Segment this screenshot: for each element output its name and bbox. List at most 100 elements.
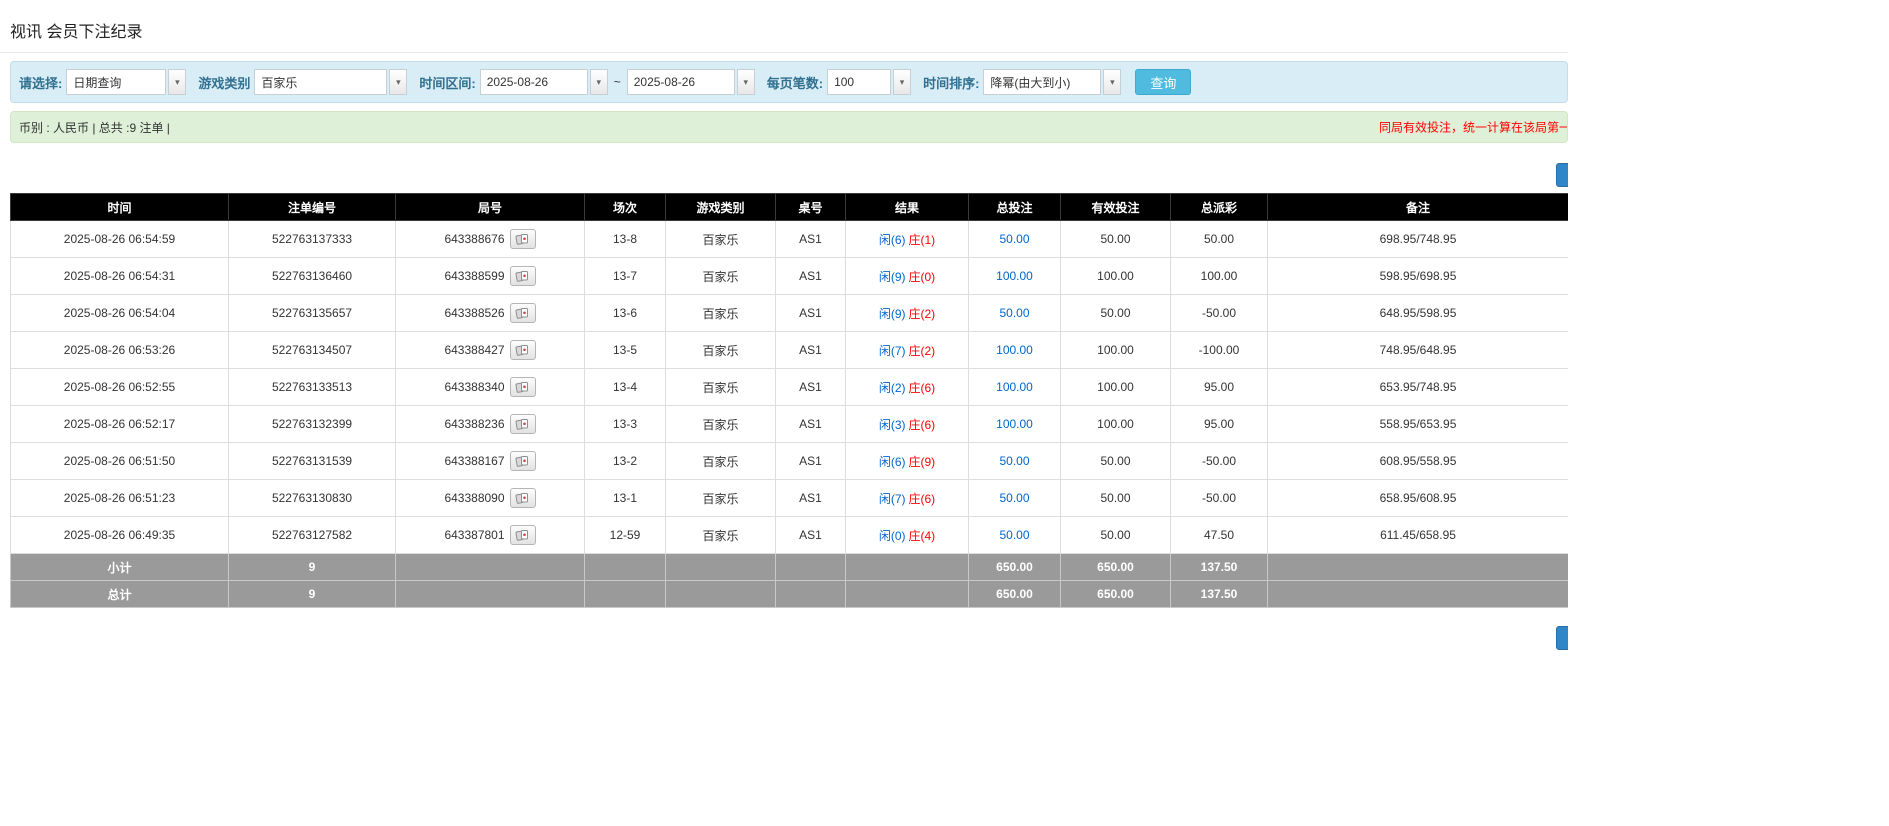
page-title: 视讯 会员下注纪录 [10,18,1568,42]
cell-round-id: 643388236 [396,406,585,443]
subtotal-label: 小计 [11,554,229,581]
toolbar-strip-top [10,163,1568,187]
view-cards-button[interactable] [510,488,536,508]
footer-empty-cell [776,581,846,608]
table-row: 2025-08-26 06:51:50 522763131539 6433881… [11,443,1569,480]
cell-result: 闲(7)庄(6) [846,480,969,517]
total-bet-link[interactable]: 100.00 [996,343,1033,357]
table-row: 2025-08-26 06:53:26 522763134507 6433884… [11,332,1569,369]
cell-bet-id: 522763131539 [229,443,396,480]
result-banker: 庄(6) [909,418,936,432]
clipped-action-button-top[interactable] [1556,163,1568,187]
cell-result: 闲(9)庄(2) [846,295,969,332]
clipped-action-button-bottom[interactable] [1556,626,1568,650]
cell-round-id: 643388599 [396,258,585,295]
footer-empty-cell [776,554,846,581]
page-size-select[interactable]: ▾ [827,69,911,95]
view-cards-button[interactable] [510,451,536,471]
chevron-down-icon[interactable]: ▾ [168,69,186,95]
cell-round-id: 643388526 [396,295,585,332]
cell-table-no: AS1 [776,221,846,258]
total-valid-bet: 650.00 [1061,581,1171,608]
sort-order-input[interactable] [983,69,1101,95]
game-type-select[interactable]: ▾ [254,69,407,95]
page-size-input[interactable] [827,69,891,95]
summary-bar: 币别 : 人民币 | 总共 :9 注单 | 同局有效投注，统一计算在该局第一张注… [10,111,1568,143]
cell-remark: 608.95/558.95 [1268,443,1569,480]
view-cards-button[interactable] [510,414,536,434]
view-cards-button[interactable] [510,303,536,323]
content: 视讯 会员下注纪录 请选择: ▾ 游戏类别 ▾ 时间区间: ▾ ~ ▾ 每页笔数… [0,0,1568,650]
chevron-down-icon[interactable]: ▾ [893,69,911,95]
chevron-down-icon[interactable]: ▾ [1103,69,1121,95]
cell-result: 闲(2)庄(6) [846,369,969,406]
result-banker: 庄(6) [909,492,936,506]
result-player: 闲(6) [879,233,906,247]
view-cards-button[interactable] [510,340,536,360]
footer-empty-cell [846,554,969,581]
total-payout: 137.50 [1171,581,1268,608]
result-banker: 庄(0) [909,270,936,284]
cell-game-type: 百家乐 [666,332,776,369]
total-bet-link[interactable]: 50.00 [999,306,1029,320]
filter-label-game-type: 游戏类别 [198,73,250,92]
column-header: 有效投注 [1061,194,1171,221]
total-bet-link[interactable]: 50.00 [999,491,1029,505]
column-header: 场次 [585,194,666,221]
cell-bet-id: 522763136460 [229,258,396,295]
cell-result: 闲(3)庄(6) [846,406,969,443]
date-to-picker[interactable]: ▾ [627,69,755,95]
cell-time: 2025-08-26 06:54:04 [11,295,229,332]
view-cards-button[interactable] [510,229,536,249]
result-player: 闲(9) [879,270,906,284]
result-player: 闲(0) [879,529,906,543]
sort-order-select[interactable]: ▾ [983,69,1121,95]
cell-total-bet: 100.00 [969,406,1061,443]
cell-remark: 748.95/648.95 [1268,332,1569,369]
date-to-input[interactable] [627,69,735,95]
total-total-bet: 650.00 [969,581,1061,608]
chevron-down-icon[interactable]: ▾ [389,69,407,95]
footer-empty-cell [1268,554,1569,581]
total-bet-link[interactable]: 100.00 [996,269,1033,283]
cell-result: 闲(7)庄(2) [846,332,969,369]
cards-icon [515,418,530,431]
total-bet-link[interactable]: 50.00 [999,232,1029,246]
cards-icon [515,529,530,542]
view-cards-button[interactable] [510,525,536,545]
cell-game-type: 百家乐 [666,443,776,480]
cell-table-no: AS1 [776,369,846,406]
date-from-input[interactable] [480,69,588,95]
cell-bet-id: 522763130830 [229,480,396,517]
game-type-input[interactable] [254,69,387,95]
cell-time: 2025-08-26 06:53:26 [11,332,229,369]
search-button[interactable]: 查询 [1135,69,1191,95]
total-bet-link[interactable]: 50.00 [999,528,1029,542]
filter-label-select: 请选择: [19,73,62,92]
cards-icon [515,492,530,505]
total-bet-link[interactable]: 100.00 [996,417,1033,431]
date-mode-select[interactable]: ▾ [66,69,186,95]
cell-session: 13-1 [585,480,666,517]
view-cards-button[interactable] [510,266,536,286]
cell-time: 2025-08-26 06:54:59 [11,221,229,258]
total-bet-link[interactable]: 50.00 [999,454,1029,468]
date-from-picker[interactable]: ▾ [480,69,608,95]
cell-round-id: 643387801 [396,517,585,554]
cell-round-id: 643388427 [396,332,585,369]
footer-empty-cell [396,554,585,581]
chevron-down-icon[interactable]: ▾ [590,69,608,95]
cell-total-bet: 50.00 [969,443,1061,480]
cell-session: 13-3 [585,406,666,443]
cell-remark: 658.95/608.95 [1268,480,1569,517]
chevron-down-icon[interactable]: ▾ [737,69,755,95]
subtotal-valid-bet: 650.00 [1061,554,1171,581]
cell-game-type: 百家乐 [666,480,776,517]
view-cards-button[interactable] [510,377,536,397]
total-bet-link[interactable]: 100.00 [996,380,1033,394]
round-id: 643387801 [444,528,504,542]
cell-session: 13-5 [585,332,666,369]
date-mode-input[interactable] [66,69,166,95]
cell-payout: -50.00 [1171,443,1268,480]
column-header: 游戏类别 [666,194,776,221]
